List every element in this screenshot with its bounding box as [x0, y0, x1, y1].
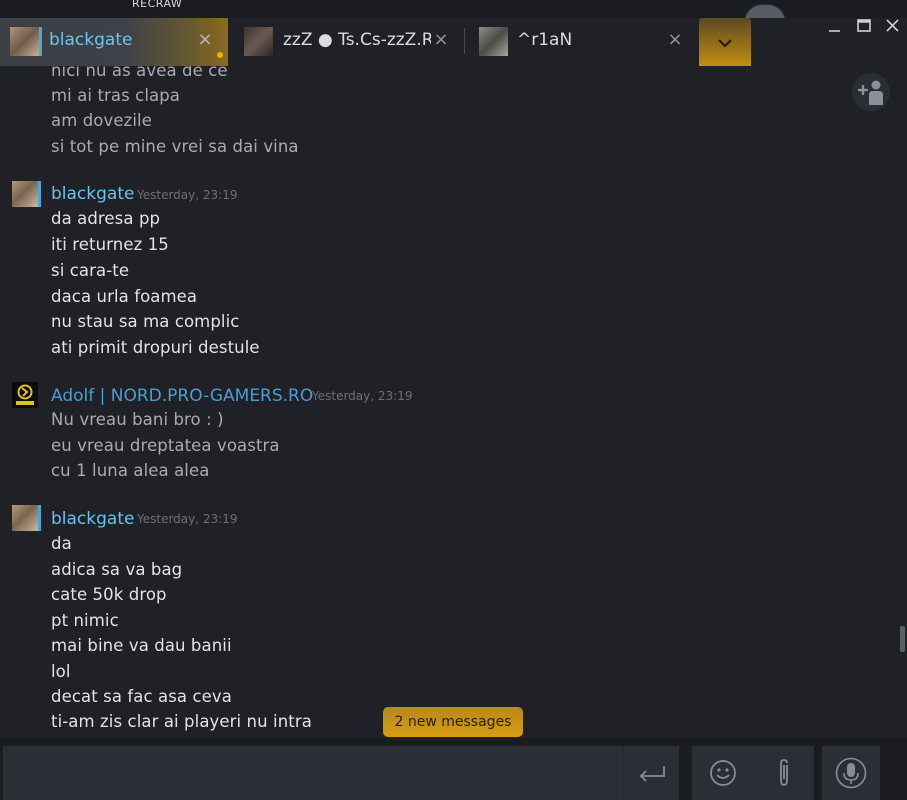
- message-text: decat sa fac asa ceva: [51, 687, 232, 706]
- tab-label: blackgate: [49, 30, 133, 50]
- tab-separator: [464, 28, 465, 54]
- message-text: cate 50k drop: [51, 585, 167, 604]
- maximize-icon[interactable]: [853, 18, 875, 36]
- avatar[interactable]: [12, 181, 38, 207]
- tab-r1an[interactable]: ^r1aN ×: [464, 18, 696, 66]
- message-text: am dovezile: [51, 111, 152, 130]
- paperclip-icon: [779, 759, 788, 786]
- message-author[interactable]: blackgate: [51, 509, 134, 529]
- tab-zzz[interactable]: zzZ ● Ts.Cs-zzZ.Ro ×: [228, 18, 464, 66]
- message-text: da: [51, 534, 72, 553]
- new-messages-button[interactable]: 2 new messages: [383, 707, 523, 737]
- voice-chat-button[interactable]: [822, 746, 880, 800]
- message-timestamp: Yesterday, 23:19: [137, 188, 238, 202]
- message-text: ati primit dropuri destule: [51, 338, 260, 357]
- emoji-button[interactable]: [692, 746, 753, 800]
- message-text: cu 1 luna alea alea: [51, 461, 210, 480]
- message-text: Nu vreau bani bro : ): [51, 410, 224, 429]
- message-text: si cara-te: [51, 261, 130, 280]
- tab-avatar: [10, 27, 39, 56]
- input-bar: [0, 738, 907, 800]
- close-tab-icon[interactable]: ×: [666, 29, 684, 51]
- tab-label: ^r1aN: [517, 30, 573, 50]
- nord-logo-icon: [12, 382, 38, 408]
- message-timestamp: Yesterday, 23:19: [312, 389, 413, 403]
- close-tab-icon[interactable]: ×: [432, 29, 450, 51]
- message-text: da adresa pp: [51, 209, 161, 228]
- add-friend-button[interactable]: [852, 73, 890, 111]
- scrollbar-thumb[interactable]: [900, 626, 905, 652]
- close-icon[interactable]: [882, 18, 904, 36]
- message-text: adica sa va bag: [51, 560, 183, 579]
- attach-button[interactable]: [753, 746, 814, 800]
- chevron-down-icon: [718, 39, 732, 48]
- message-text: ti-am zis clar ai playeri nu intra: [51, 712, 312, 731]
- message-text: iti returnez 15: [51, 235, 169, 254]
- message-list: nici nu as avea de ce mi ai tras clapa a…: [0, 66, 898, 738]
- message-text: mai bine va dau banii: [51, 636, 232, 655]
- message-input[interactable]: [3, 746, 679, 800]
- add-friend-icon: [858, 80, 883, 105]
- tab-bar: blackgate × zzZ ● Ts.Cs-zzZ.Ro × ^r1aN ×: [0, 18, 907, 66]
- tab-label: zzZ ● Ts.Cs-zzZ.Ro: [283, 30, 431, 50]
- microphone-icon: [835, 757, 867, 789]
- tab-dropdown-button[interactable]: [699, 18, 751, 66]
- emoji-icon: [709, 760, 736, 786]
- message-text: pt nimic: [51, 611, 119, 630]
- unread-dot-icon: [217, 52, 223, 58]
- message-timestamp: Yesterday, 23:19: [137, 512, 238, 526]
- message-text: lol: [51, 662, 71, 681]
- message-text: nici nu as avea de ce: [51, 66, 228, 80]
- message-author[interactable]: Adolf | NORD.PRO-GAMERS.RO: [51, 386, 313, 406]
- message-text: si tot pe mine vrei sa dai vina: [51, 137, 299, 156]
- minimize-icon[interactable]: [824, 18, 846, 36]
- send-enter-icon: [639, 766, 665, 782]
- message-text: eu vreau dreptatea voastra: [51, 436, 280, 455]
- tab-avatar: [479, 27, 508, 56]
- tab-avatar: [244, 27, 273, 56]
- send-button[interactable]: [623, 746, 679, 800]
- message-text: daca urla foamea: [51, 287, 198, 306]
- message-author[interactable]: blackgate: [51, 184, 134, 204]
- avatar[interactable]: [12, 382, 38, 408]
- message-text: nu stau sa ma complic: [51, 312, 240, 331]
- background-window-strip: RECRAW: [0, 0, 907, 22]
- avatar[interactable]: [12, 505, 38, 531]
- message-text: mi ai tras clapa: [51, 86, 180, 105]
- tab-blackgate[interactable]: blackgate ×: [0, 18, 228, 66]
- composer-tools: [692, 746, 814, 800]
- chat-window: RECRAW blackgate × zzZ ● Ts.Cs-zzZ.Ro × …: [0, 0, 907, 800]
- background-window-text: RECRAW: [132, 0, 183, 10]
- close-tab-icon[interactable]: ×: [196, 29, 214, 51]
